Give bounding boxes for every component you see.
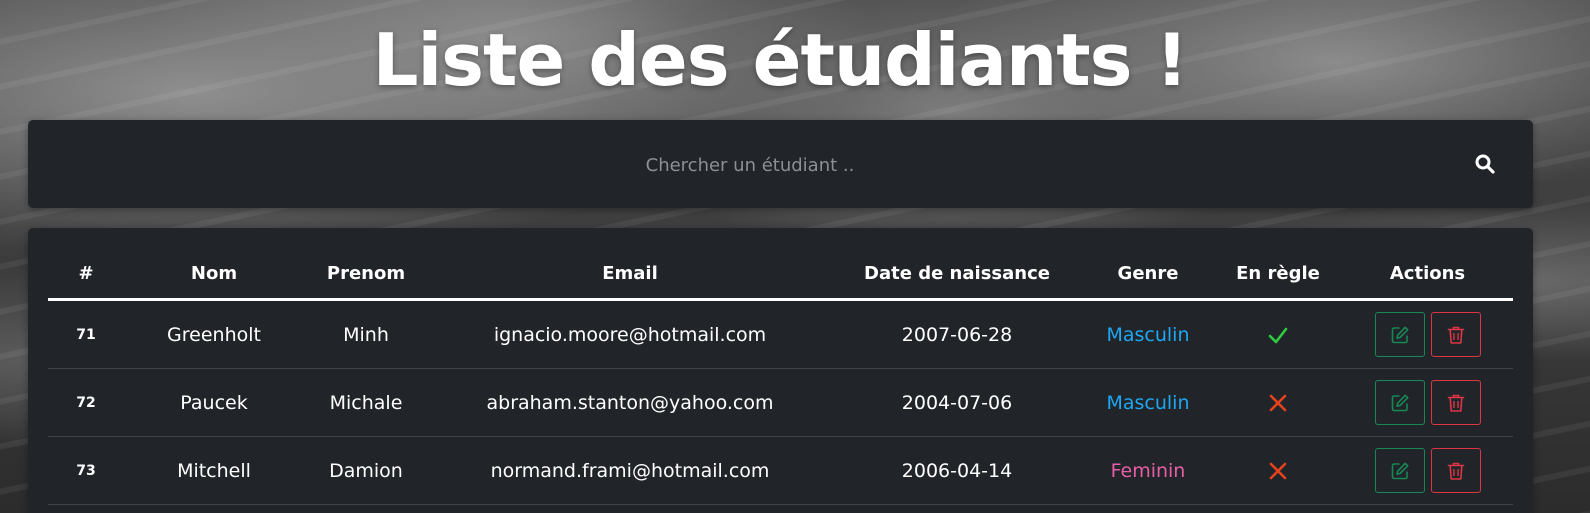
student-en-regle (1214, 368, 1342, 437)
student-email: abraham.stanton@yahoo.com (428, 368, 832, 437)
student-actions (1342, 299, 1513, 369)
search-button[interactable] (1467, 146, 1503, 182)
table-row: 71 Greenholt Minh ignacio.moore@hotmail.… (48, 299, 1513, 369)
edit-icon (1391, 394, 1408, 411)
edit-button[interactable] (1374, 312, 1425, 357)
student-nom: Greenholt (124, 299, 304, 369)
edit-icon (1391, 326, 1408, 343)
column-header-genre: Genre (1082, 248, 1214, 301)
student-genre: Masculin (1082, 299, 1214, 369)
student-email: normand.frami@hotmail.com (428, 436, 832, 505)
student-prenom: Michale (304, 368, 428, 437)
table-row: 73 Mitchell Damion normand.frami@hotmail… (48, 436, 1513, 505)
edit-button[interactable] (1374, 380, 1425, 425)
table-row: 72 Paucek Michale abraham.stanton@yahoo.… (48, 368, 1513, 437)
delete-button[interactable] (1430, 380, 1481, 425)
student-actions (1342, 368, 1513, 437)
student-nom: Mitchell (124, 436, 304, 505)
edit-icon (1391, 462, 1408, 479)
search-input[interactable] (58, 144, 1442, 186)
student-date-naissance: 2007-06-28 (832, 299, 1082, 369)
student-prenom: Minh (304, 299, 428, 369)
student-prenom: Damion (304, 436, 428, 505)
cross-icon (1269, 462, 1287, 480)
column-header-en-regle: En règle (1214, 248, 1342, 301)
student-genre: Masculin (1082, 368, 1214, 437)
student-id: 73 (48, 436, 124, 505)
student-en-regle (1214, 299, 1342, 369)
trash-icon (1447, 394, 1464, 412)
student-email: ignacio.moore@hotmail.com (428, 299, 832, 369)
column-header-prenom: Prenom (304, 248, 428, 301)
column-header-nom: Nom (124, 248, 304, 301)
edit-button[interactable] (1374, 448, 1425, 493)
page-title: Liste des étudiants ! (372, 18, 1189, 102)
delete-button[interactable] (1430, 312, 1481, 357)
table-header-row: # Nom Prenom Email Date de naissance Gen… (48, 248, 1513, 301)
student-nom: Paucek (124, 368, 304, 437)
column-header-id: # (48, 248, 124, 301)
students-table: # Nom Prenom Email Date de naissance Gen… (48, 248, 1513, 505)
trash-icon (1447, 462, 1464, 480)
delete-button[interactable] (1430, 448, 1481, 493)
column-header-email: Email (428, 248, 832, 301)
student-id: 71 (48, 299, 124, 369)
student-en-regle (1214, 436, 1342, 505)
student-date-naissance: 2004-07-06 (832, 368, 1082, 437)
student-id: 72 (48, 368, 124, 437)
column-header-date: Date de naissance (832, 248, 1082, 301)
student-actions (1342, 436, 1513, 505)
check-icon (1268, 327, 1288, 344)
cross-icon (1269, 394, 1287, 412)
trash-icon (1447, 326, 1464, 344)
student-genre: Feminin (1082, 436, 1214, 505)
search-icon (1475, 154, 1495, 174)
students-table-card: # Nom Prenom Email Date de naissance Gen… (28, 228, 1533, 513)
student-date-naissance: 2006-04-14 (832, 436, 1082, 505)
column-header-actions: Actions (1342, 248, 1513, 301)
search-bar (28, 120, 1533, 208)
